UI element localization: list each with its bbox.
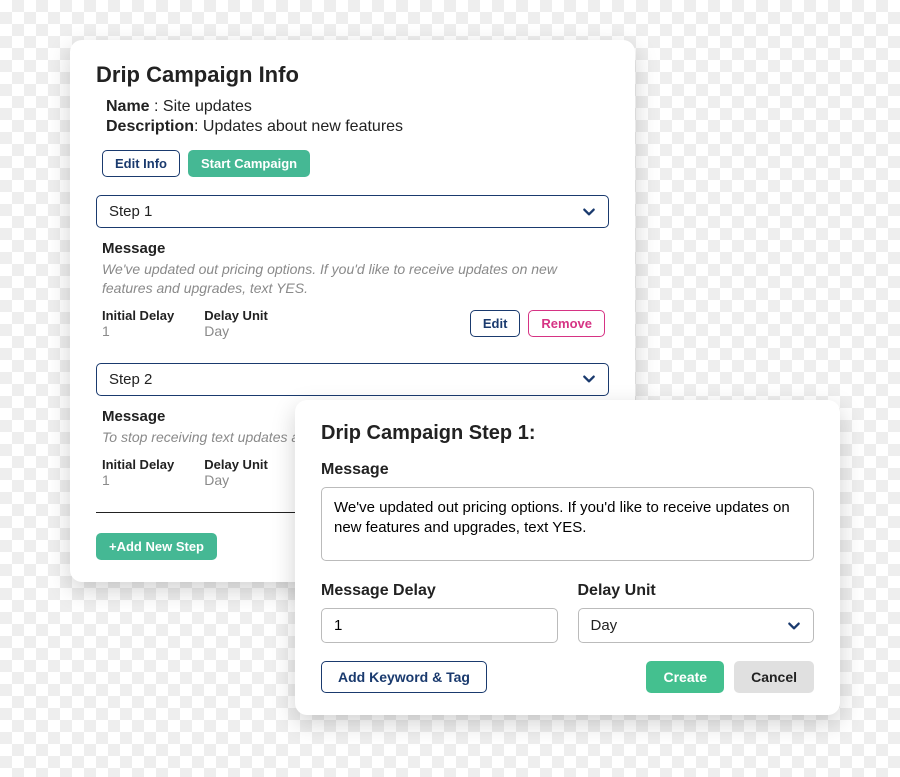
- step-header[interactable]: Step 2: [96, 363, 609, 396]
- step-actions: Edit Remove: [470, 310, 605, 337]
- description-value: Updates about new features: [203, 118, 403, 135]
- step-body: Message We've updated out pricing option…: [96, 228, 609, 357]
- delay-unit-label: Delay Unit: [578, 582, 815, 600]
- step-header[interactable]: Step 1: [96, 195, 609, 228]
- message-label: Message: [321, 461, 814, 479]
- delay-unit: Delay Unit Day: [204, 457, 268, 488]
- description-label: Description: [106, 118, 194, 135]
- remove-step-button[interactable]: Remove: [528, 310, 605, 337]
- message-delay-input[interactable]: [321, 608, 558, 643]
- name-value: Site updates: [163, 98, 252, 115]
- chevron-down-icon: [582, 205, 596, 219]
- initial-delay: Initial Delay 1: [102, 308, 174, 339]
- chevron-down-icon: [787, 619, 801, 633]
- cancel-button[interactable]: Cancel: [734, 661, 814, 693]
- message-input[interactable]: [321, 487, 814, 561]
- delay-unit-field: Delay Unit Day: [578, 582, 815, 643]
- action-row: Edit Info Start Campaign: [102, 150, 609, 177]
- message-label: Message: [102, 240, 605, 257]
- step-header-label: Step 1: [109, 203, 152, 220]
- add-new-step-button[interactable]: +Add New Step: [96, 533, 217, 560]
- chevron-down-icon: [582, 372, 596, 386]
- delay-row: Initial Delay 1 Delay Unit Day Edit Remo…: [102, 308, 605, 339]
- modal-title: Drip Campaign Step 1:: [321, 422, 814, 445]
- edit-info-button[interactable]: Edit Info: [102, 150, 180, 177]
- footer-actions: Add Keyword & Tag Create Cancel: [321, 661, 814, 693]
- message-delay-label: Message Delay: [321, 582, 558, 600]
- delay-unit-select[interactable]: Day: [578, 608, 815, 643]
- message-text: We've updated out pricing options. If yo…: [102, 260, 603, 298]
- initial-delay: Initial Delay 1: [102, 457, 174, 488]
- step-edit-card: Drip Campaign Step 1: Message Message De…: [295, 400, 840, 715]
- create-button[interactable]: Create: [646, 661, 724, 693]
- step-header-label: Step 2: [109, 371, 152, 388]
- name-label: Name: [106, 98, 150, 115]
- delay-unit: Delay Unit Day: [204, 308, 268, 339]
- edit-step-button[interactable]: Edit: [470, 310, 521, 337]
- message-delay-field: Message Delay: [321, 582, 558, 643]
- delay-unit-value: Day: [591, 617, 618, 634]
- start-campaign-button[interactable]: Start Campaign: [188, 150, 310, 177]
- description-row: Description: Updates about new features: [106, 118, 609, 136]
- name-row: Name : Site updates: [106, 98, 609, 116]
- add-keyword-tag-button[interactable]: Add Keyword & Tag: [321, 661, 487, 693]
- card-title: Drip Campaign Info: [96, 62, 609, 88]
